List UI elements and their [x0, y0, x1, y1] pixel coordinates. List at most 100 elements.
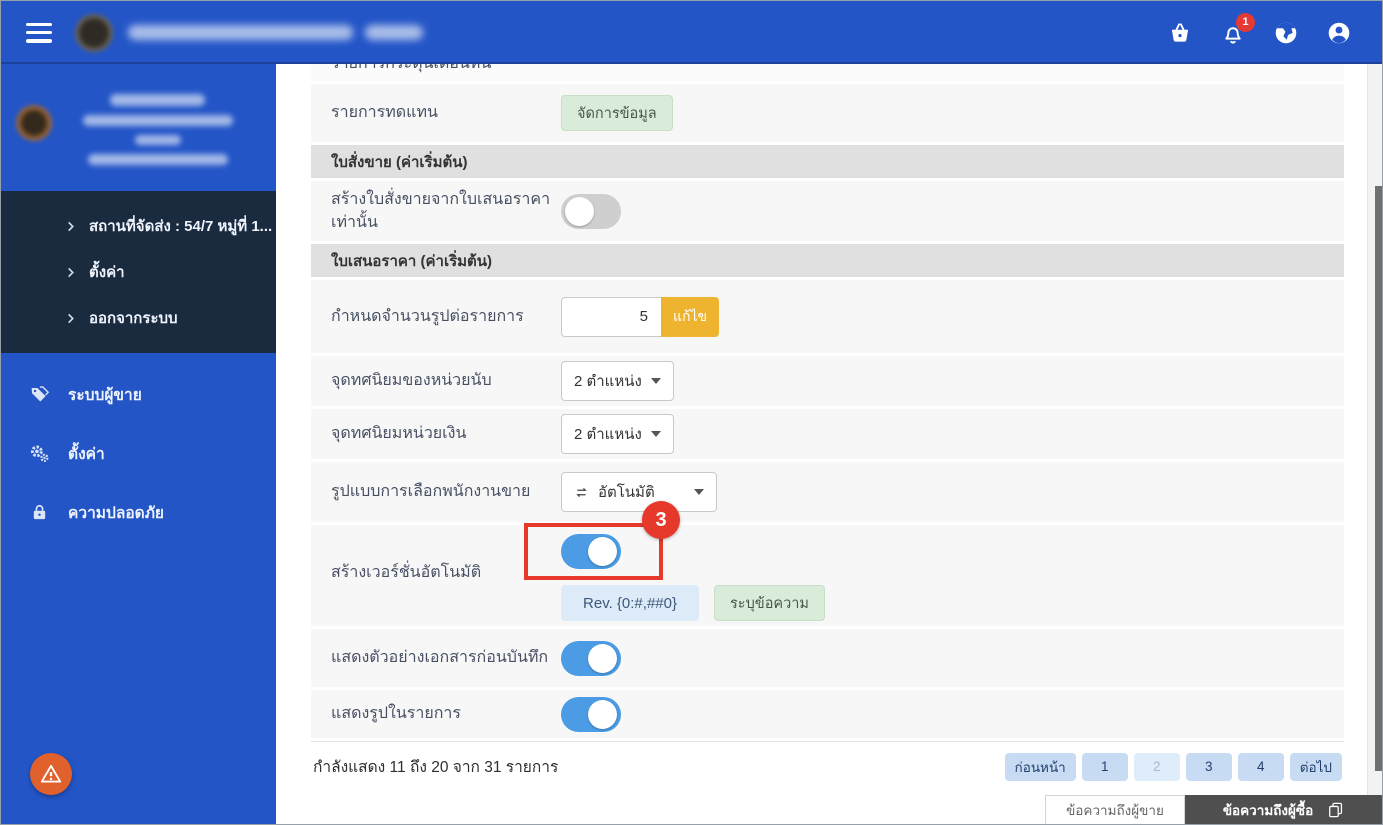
tab-message-to-buyer[interactable]: ข้อความถึงผู้ซื้อ: [1185, 795, 1382, 824]
row-label: รายการกระตุ้นเตือนหนี้: [331, 64, 491, 75]
app-window: 1 สถานที่จัดส่ง : 54/7 หมู่ที่ 1... ตั้ง…: [0, 0, 1383, 825]
select-value: 2 ตำแหน่ง: [574, 426, 642, 443]
notifications-bell-icon[interactable]: 1: [1220, 12, 1255, 46]
sidebar-item-label: ระบบผู้ขาย: [68, 387, 142, 404]
image-count-input-group: แก้ไข: [561, 296, 719, 337]
gears-icon: [31, 445, 49, 462]
salesman-mode-select[interactable]: อัตโนมัติ: [561, 472, 717, 512]
settings-row-create-so-from-quotation: สร้างใบสั่งขายจากใบ​เสนอราคาเท่านั้น: [311, 181, 1344, 241]
preview-toggle-on[interactable]: [561, 640, 621, 676]
notification-badge: 1: [1236, 12, 1255, 32]
sidebar-item-label: ความปลอดภัย: [68, 505, 165, 522]
decimal-currency-select[interactable]: 2 ตำแหน่ง: [561, 414, 674, 454]
sidebar-main-menu: ระบบผู้ขาย ตั้งค่า ความปลอดภัย: [1, 353, 276, 542]
blurred-text-bar: [134, 135, 181, 145]
decimal-unit-select[interactable]: 2 ตำแหน่ง: [561, 361, 674, 401]
edit-button[interactable]: แก้ไข: [661, 296, 719, 337]
tab-message-to-seller[interactable]: ข้อความถึงผู้ขาย: [1045, 795, 1185, 824]
settings-row-debt-reminder-clipped: รายการกระตุ้นเตือนหนี้: [311, 64, 1344, 81]
menu-toggle-button[interactable]: [26, 22, 52, 43]
page-button-4[interactable]: 4: [1237, 752, 1284, 781]
page-button-2-current[interactable]: 2: [1133, 752, 1180, 781]
row-label: สร้างเวอร์ชั่นอัตโนมัติ: [331, 564, 482, 581]
sidebar-profile: [1, 64, 276, 189]
chevron-right-icon: [68, 221, 74, 231]
topbar-actions: 1: [1167, 12, 1352, 46]
blurred-text-bar: [82, 115, 233, 126]
row-label: กำหนดจำนวนรูปต่อ​รายการ: [331, 307, 524, 325]
list-footer: กำลังแสดง 11 ถึง 20 จาก 31 รายการ ก่อนหน…: [311, 741, 1344, 789]
blurred-text-bar: [110, 94, 205, 106]
specify-text-button[interactable]: ระบุข้อความ: [714, 585, 825, 621]
language-globe-icon[interactable]: [1273, 20, 1299, 46]
section-header-quotation: ใบเสนอราคา (ค่าเริ่มต้น): [311, 244, 1344, 277]
company-name-redacted: [128, 25, 423, 40]
sidebar-account-menu: สถานที่จัดส่ง : 54/7 หมู่ที่ 1... ตั้งค่…: [1, 191, 276, 353]
sidebar-item-label: สถานที่จัดส่ง : 54/7 หมู่ที่ 1...: [89, 218, 273, 235]
chevron-down-icon: [694, 489, 704, 495]
settings-row-decimal-currency: จุดทศนิยมหน่วยเงิน 2 ตำแหน่ง: [311, 409, 1344, 459]
settings-row-auto-version: สร้างเวอร์ชั่นอัตโนมัติ 3 Rev. {0:#,##0}…: [311, 501, 1344, 626]
chevron-down-icon: [650, 431, 661, 437]
sidebar-item-logout[interactable]: ออกจากระบบ: [1, 295, 276, 341]
settings-row-show-images-in-list: แสดงรูปในรายการ: [311, 690, 1344, 738]
sidebar-item-label: ออกจากระบบ: [89, 310, 178, 327]
sidebar-item-label: ตั้งค่า: [89, 264, 125, 281]
tab-label: ข้อความถึงผู้ขาย: [1066, 803, 1164, 818]
section-header-sale-order: ใบสั่งขาย (ค่าเริ่มต้น): [311, 145, 1344, 178]
top-bar: 1: [1, 1, 1382, 64]
blurred-text-bar: [365, 25, 423, 40]
auto-version-toggle-on[interactable]: [561, 534, 621, 569]
section-title: ใบเสนอราคา (ค่าเริ่มต้น): [331, 252, 493, 270]
tags-icon: [31, 386, 50, 402]
page-button-1[interactable]: 1: [1081, 752, 1128, 781]
settings-row-replacement-items: รายการทดแทน จัดการข้อมูล: [311, 84, 1344, 142]
page-button-3[interactable]: 3: [1185, 752, 1232, 781]
hamburger-bar: [26, 22, 52, 26]
repeat-icon: [576, 487, 587, 497]
sidebar: สถานที่จัดส่ง : 54/7 หมู่ที่ 1... ตั้งค่…: [1, 64, 276, 824]
vertical-scrollbar[interactable]: [1367, 64, 1382, 824]
row-label: จุดทศนิยมของหน่วยนับ: [331, 372, 492, 390]
sidebar-item-settings[interactable]: ตั้งค่า: [1, 424, 276, 483]
create-so-toggle-off[interactable]: [561, 193, 621, 229]
sidebar-item-settings-dark[interactable]: ตั้งค่า: [1, 249, 276, 295]
copy-icon[interactable]: [1327, 801, 1344, 818]
tab-label: ข้อความถึงผู้ซื้อ: [1222, 802, 1314, 818]
settings-row-decimal-unit: จุดทศนิยมของหน่วยนับ 2 ตำแหน่ง: [311, 356, 1344, 406]
row-label: สร้างใบสั่งขายจากใบ​เสนอราคาเท่านั้น: [331, 190, 551, 231]
profile-logo: [15, 104, 53, 142]
lock-icon: [33, 505, 46, 520]
toggle-knob: [588, 643, 617, 673]
sidebar-item-shipping-address[interactable]: สถานที่จัดส่ง : 54/7 หมู่ที่ 1...: [1, 203, 276, 249]
manage-data-button[interactable]: จัดการข้อมูล: [561, 95, 673, 131]
revision-format-field[interactable]: Rev. {0:#,##0}: [561, 585, 699, 621]
row-label: แสดงรูปในรายการ: [331, 705, 461, 723]
scrollbar-thumb[interactable]: [1375, 186, 1382, 771]
annotation-step-badge: 3: [642, 501, 680, 539]
basket-icon[interactable]: [1167, 20, 1193, 46]
sidebar-item-label: ตั้งค่า: [68, 446, 105, 463]
company-logo: [74, 12, 114, 53]
next-page-button[interactable]: ต่อไป: [1289, 752, 1342, 781]
row-label: แสดงตัวอย่างเอกสาร​ก่อนบันทึก: [331, 649, 549, 667]
pagination-summary: กำลังแสดง 11 ถึง 20 จาก 31 รายการ: [313, 759, 559, 776]
chevron-right-icon: [68, 267, 74, 277]
select-value: อัตโนมัติ: [598, 484, 655, 501]
settings-row-preview-before-save: แสดงตัวอย่างเอกสาร​ก่อนบันทึก: [311, 629, 1344, 687]
warning-triangle-icon: [40, 764, 62, 783]
chevron-down-icon: [650, 378, 661, 384]
row-label: จุดทศนิยมหน่วยเงิน: [331, 425, 467, 443]
show-images-toggle-on[interactable]: [561, 696, 621, 732]
hamburger-bar: [26, 30, 52, 35]
row-label: รายการทดแทน: [331, 104, 438, 122]
sidebar-item-security[interactable]: ความปลอดภัย: [1, 483, 276, 542]
chevron-right-icon: [68, 313, 74, 323]
image-count-input[interactable]: [561, 296, 661, 337]
user-account-icon[interactable]: [1326, 20, 1352, 46]
sidebar-item-seller-system[interactable]: ระบบผู้ขาย: [1, 365, 276, 424]
pagination: ก่อนหน้า 1 2 3 4 ต่อไป: [1004, 752, 1342, 781]
settings-row-salesman-selection: รูปแบบการเลือกพนักงาน​ขาย อัตโนมัติ: [311, 462, 1344, 522]
prev-page-button[interactable]: ก่อนหน้า: [1004, 752, 1076, 781]
warning-fab-button[interactable]: [30, 753, 72, 795]
